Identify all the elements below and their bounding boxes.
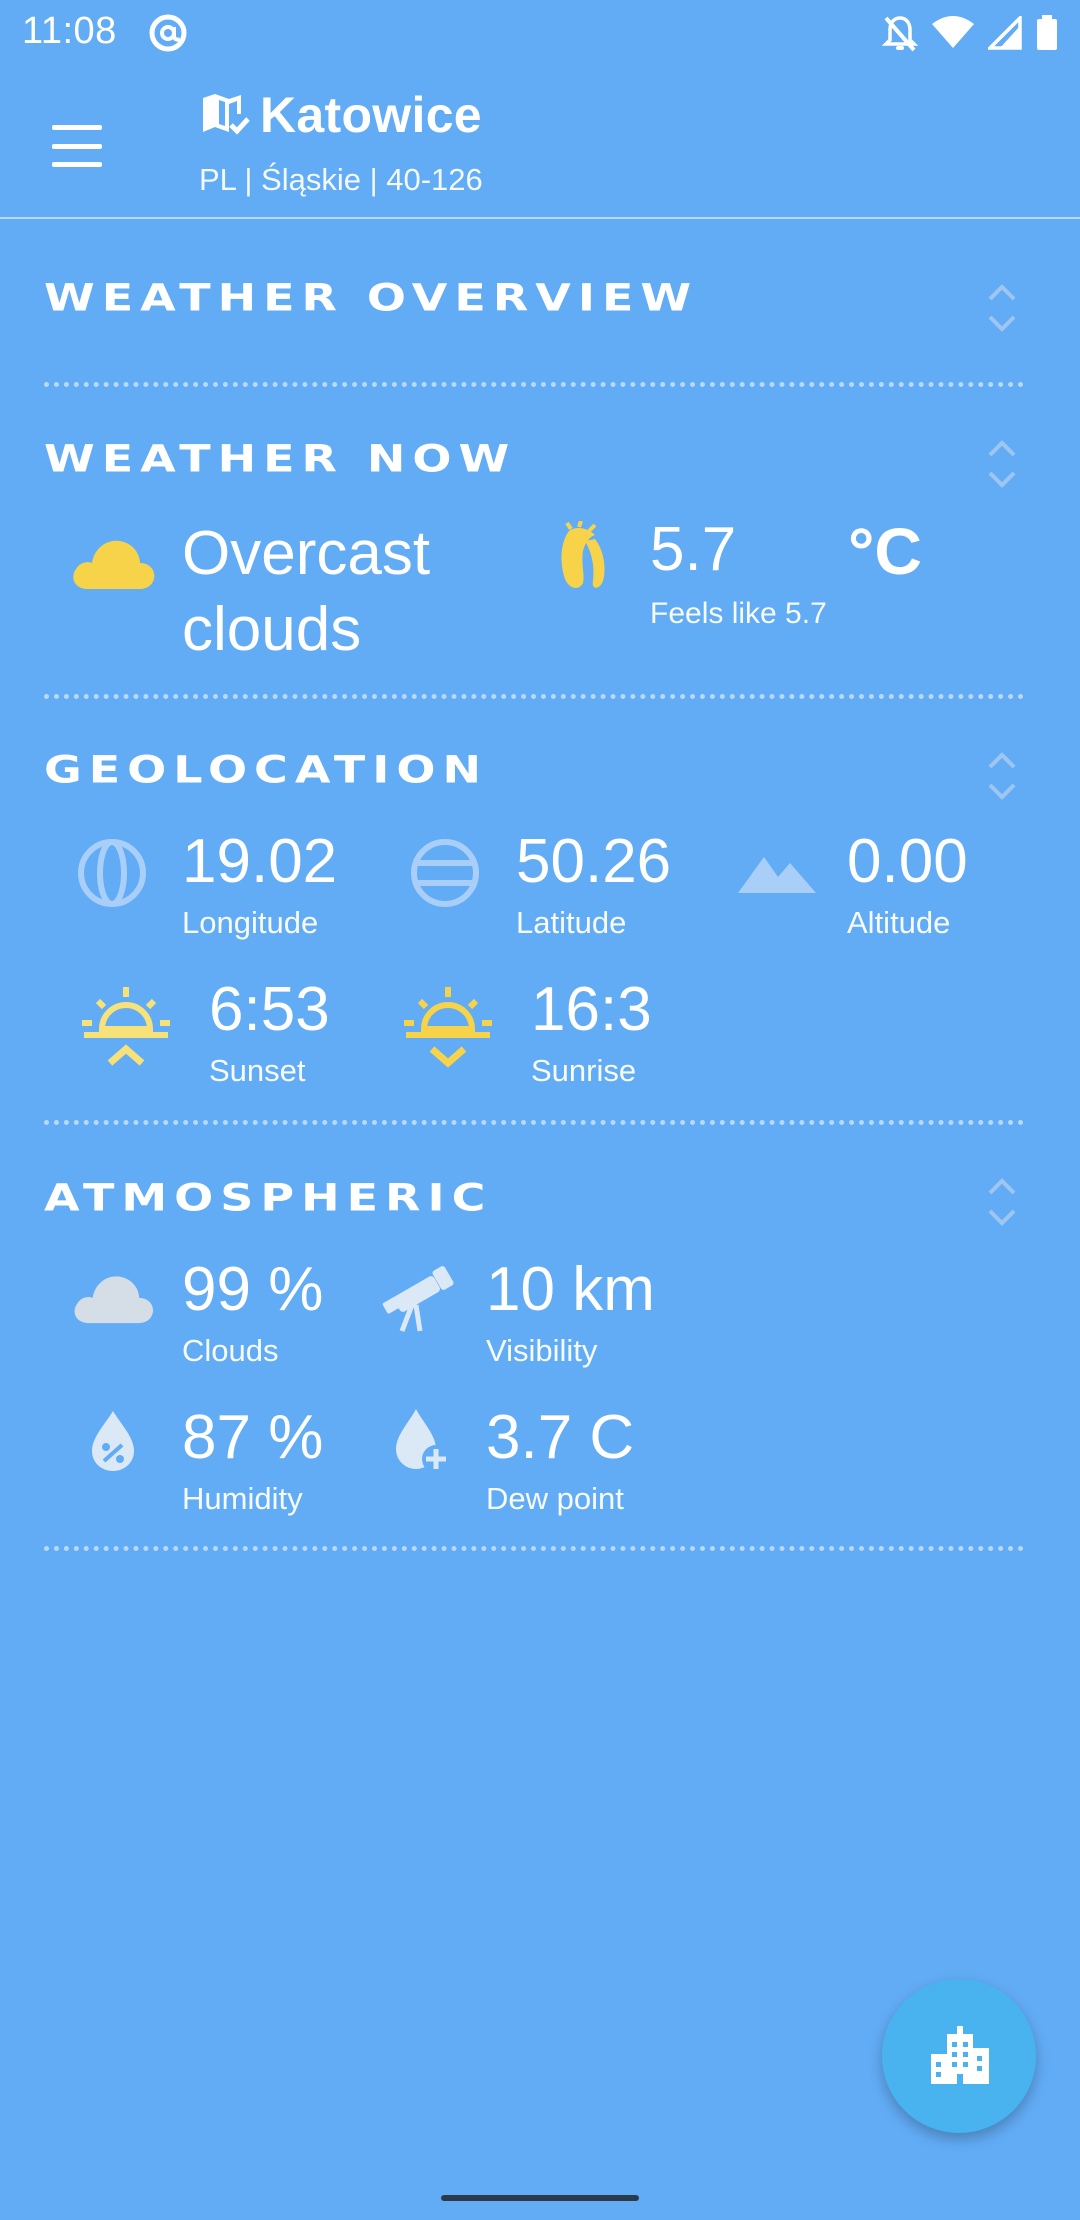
app-bar: Katowice PL | Śląskie | 40-126 xyxy=(0,66,1080,219)
sunrise-icon xyxy=(404,987,492,1068)
telescope-icon xyxy=(382,1266,454,1332)
section-divider xyxy=(44,1546,1024,1551)
expand-collapse-icon[interactable] xyxy=(982,747,1022,805)
section-divider xyxy=(44,382,1024,387)
atmospheric-section: Atmospheric 99 % Clouds 10 km Visibility… xyxy=(0,1127,1080,1557)
sunset-metric: 6:53 Sunset xyxy=(209,979,330,1089)
expand-collapse-icon[interactable] xyxy=(982,435,1022,493)
weather-overview-section: Weather Overview xyxy=(0,219,1080,389)
wifi-icon xyxy=(932,16,974,48)
city-title-row[interactable]: Katowice xyxy=(200,86,482,144)
condition-line-2: clouds xyxy=(182,595,362,664)
status-bar: 11:08 xyxy=(0,0,1080,66)
visibility-metric: 10 km Visibility xyxy=(486,1259,655,1369)
feels-like-label: Feels like 5.7 xyxy=(650,597,827,630)
cloud-icon xyxy=(74,1276,154,1324)
humidity-value: 87 % xyxy=(182,1403,324,1472)
at-sign-icon xyxy=(148,13,188,58)
dew-point-metric: 3.7 C Dew point xyxy=(486,1407,634,1517)
section-title-now: Weather Now xyxy=(44,436,517,481)
gesture-nav-handle[interactable] xyxy=(441,2195,639,2201)
visibility-label: Visibility xyxy=(486,1333,598,1368)
dew-point-label: Dew point xyxy=(486,1481,624,1516)
humidity-metric: 87 % Humidity xyxy=(182,1407,323,1517)
latitude-label: Latitude xyxy=(516,905,627,940)
battery-icon xyxy=(1037,15,1057,50)
hot-pepper-icon xyxy=(561,521,605,588)
weather-condition: Overcast clouds xyxy=(182,516,430,668)
city-select-fab[interactable] xyxy=(882,1979,1036,2133)
latitude-globe-icon xyxy=(411,839,479,907)
visibility-value: 10 km xyxy=(486,1255,655,1324)
temperature-unit[interactable]: °C xyxy=(848,513,922,589)
overcast-cloud-icon xyxy=(73,540,155,589)
status-time: 11:08 xyxy=(22,10,117,52)
longitude-metric: 19.02 Longitude xyxy=(182,831,337,941)
map-check-icon xyxy=(203,94,250,135)
mountain-icon xyxy=(738,857,816,893)
geolocation-section: Geolocation 19.02 Longitude 50.26 Latitu… xyxy=(0,701,1080,1127)
clouds-metric: 99 % Clouds xyxy=(182,1259,323,1369)
dew-point-icon xyxy=(396,1409,450,1473)
dew-point-value: 3.7 C xyxy=(486,1403,635,1472)
weather-now-section: Weather Now Overcast clouds 5.7 Feels li… xyxy=(0,389,1080,701)
sunrise-metric: 16:3 Sunrise xyxy=(531,979,652,1089)
clouds-value: 99 % xyxy=(182,1255,324,1324)
longitude-globe-icon xyxy=(78,839,146,907)
section-title-overview: Weather Overview xyxy=(44,275,699,320)
sunset-value: 6:53 xyxy=(209,975,330,1044)
location-subtitle: PL | Śląskie | 40-126 xyxy=(199,162,483,197)
city-buildings-icon xyxy=(931,2026,989,2084)
section-divider xyxy=(44,694,1024,699)
longitude-value: 19.02 xyxy=(182,827,338,896)
sunrise-label: Sunrise xyxy=(531,1053,637,1088)
city-name: Katowice xyxy=(260,87,482,143)
altitude-label: Altitude xyxy=(847,905,951,940)
hamburger-icon xyxy=(52,125,102,130)
humidity-label: Humidity xyxy=(182,1481,303,1516)
bell-off-icon xyxy=(882,16,918,52)
sunset-label: Sunset xyxy=(209,1053,306,1088)
section-title-geolocation: Geolocation xyxy=(44,747,488,792)
longitude-label: Longitude xyxy=(182,905,319,940)
condition-line-1: Overcast xyxy=(182,519,431,588)
humidity-drop-icon xyxy=(92,1411,134,1471)
sunset-icon xyxy=(82,987,170,1066)
temperature-value: 5.7 xyxy=(650,515,737,584)
latitude-metric: 50.26 Latitude xyxy=(516,831,671,941)
altitude-value: 0.00 xyxy=(847,827,968,896)
altitude-metric: 0.00 Altitude xyxy=(847,831,968,941)
status-icons xyxy=(882,14,1058,52)
current-temperature: 5.7 Feels like 5.7 xyxy=(650,519,827,631)
expand-collapse-icon[interactable] xyxy=(982,279,1022,337)
signal-icon xyxy=(988,16,1022,50)
expand-collapse-icon[interactable] xyxy=(982,1173,1022,1231)
clouds-label: Clouds xyxy=(182,1333,279,1368)
latitude-value: 50.26 xyxy=(516,827,672,896)
menu-button[interactable] xyxy=(40,116,114,176)
section-divider xyxy=(44,1120,1024,1125)
section-title-atmospheric: Atmospheric xyxy=(44,1175,493,1220)
sunrise-value: 16:3 xyxy=(531,975,652,1044)
